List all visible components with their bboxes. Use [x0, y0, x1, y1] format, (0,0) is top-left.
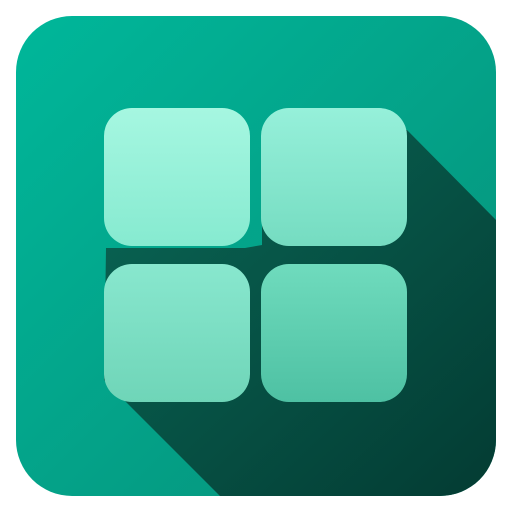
- tile-bottom-left: [104, 264, 250, 402]
- tile-top-right: [261, 108, 407, 246]
- app-grid-icon: [16, 16, 496, 496]
- tile-bottom-right: [261, 264, 407, 402]
- tile-top-left: [104, 108, 250, 246]
- app-icon-stage: [0, 0, 512, 512]
